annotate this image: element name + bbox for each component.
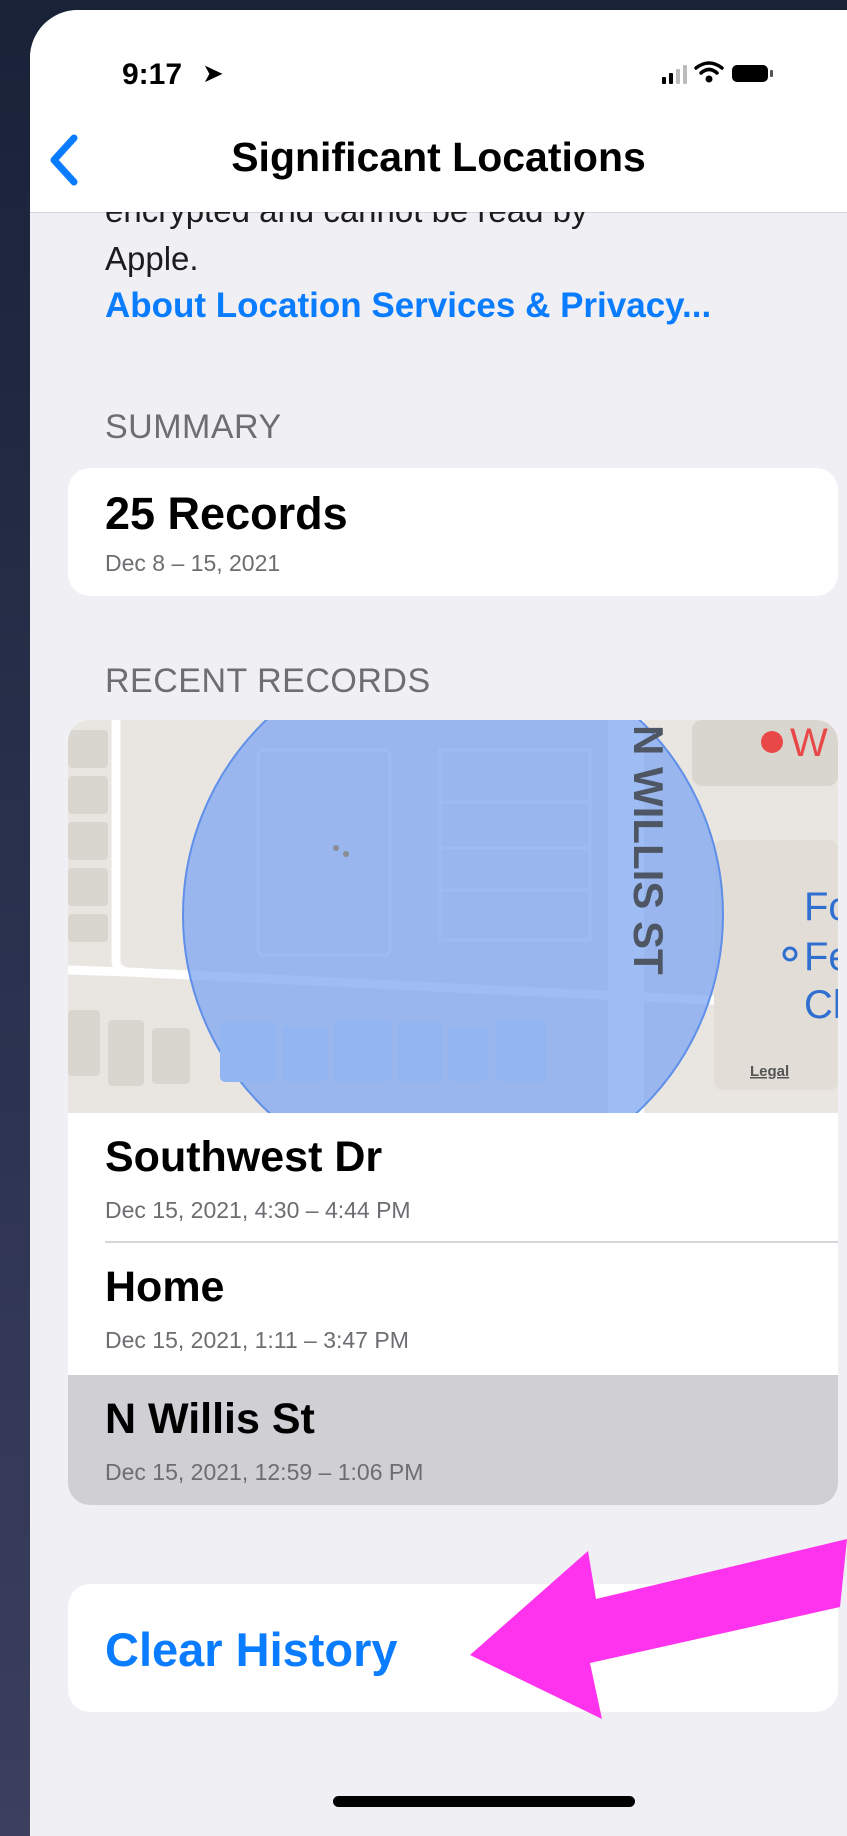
map-legal-link[interactable]: Legal	[750, 1063, 789, 1080]
recent-records-section-header: RECENT RECORDS	[105, 662, 431, 700]
record-title: Home	[105, 1263, 225, 1311]
location-arrow-icon: ➤	[202, 58, 224, 88]
record-time: Dec 15, 2021, 1:11 – 3:47 PM	[105, 1327, 409, 1353]
record-title: N Willis St	[105, 1395, 315, 1443]
map-poi-w: W	[790, 721, 828, 765]
location-map[interactable]: W N WILLIS ST Fo Fe Cl Legal	[68, 720, 838, 1113]
map-poi-label-3: Cl	[804, 983, 838, 1027]
recent-record-row[interactable]: Southwest Dr Dec 15, 2021, 4:30 – 4:44 P…	[68, 1113, 838, 1243]
records-count: 25 Records	[105, 488, 348, 539]
battery-icon	[732, 65, 773, 82]
wifi-icon	[694, 61, 724, 83]
page-title: Significant Locations	[231, 134, 646, 180]
map-poi-pin-icon	[761, 731, 783, 753]
phone-screen: 9:17 ➤ Significant Locations encrypted a…	[30, 10, 847, 1836]
intro-text: Apple.	[105, 240, 199, 277]
map-poi-label-2: Fe	[804, 935, 838, 979]
map-street-label: N WILLIS ST	[625, 725, 672, 975]
record-title: Southwest Dr	[105, 1133, 383, 1181]
map-road	[68, 965, 129, 977]
recent-records-card: W N WILLIS ST Fo Fe Cl Legal Southwest D…	[68, 720, 838, 1505]
record-time: Dec 15, 2021, 4:30 – 4:44 PM	[105, 1197, 411, 1223]
map-marker-dot	[333, 845, 339, 851]
recent-record-row[interactable]: Home Dec 15, 2021, 1:11 – 3:47 PM	[68, 1243, 838, 1373]
clear-history-button[interactable]: Clear History	[105, 1622, 398, 1677]
records-date-range: Dec 8 – 15, 2021	[105, 550, 281, 576]
map-poi-label-1: Fo	[804, 885, 838, 929]
navigation-bar: Significant Locations	[30, 110, 847, 213]
annotation-arrow-icon	[470, 1539, 847, 1719]
home-indicator[interactable]	[333, 1796, 635, 1807]
cellular-signal-icon	[662, 65, 687, 84]
summary-section-header: SUMMARY	[105, 408, 282, 446]
status-time: 9:17	[122, 58, 183, 91]
map-inner-blocks	[220, 1020, 546, 1082]
map-marker-dot	[343, 851, 349, 857]
record-time: Dec 15, 2021, 12:59 – 1:06 PM	[105, 1459, 424, 1485]
summary-card[interactable]: 25 Records Dec 8 – 15, 2021	[68, 468, 838, 596]
about-location-privacy-link[interactable]: About Location Services & Privacy...	[105, 286, 711, 326]
status-bar: 9:17 ➤	[30, 10, 847, 110]
recent-record-row-selected[interactable]: N Willis St Dec 15, 2021, 12:59 – 1:06 P…	[68, 1375, 838, 1505]
intro-text-partial: encrypted and cannot be read by	[105, 212, 588, 230]
